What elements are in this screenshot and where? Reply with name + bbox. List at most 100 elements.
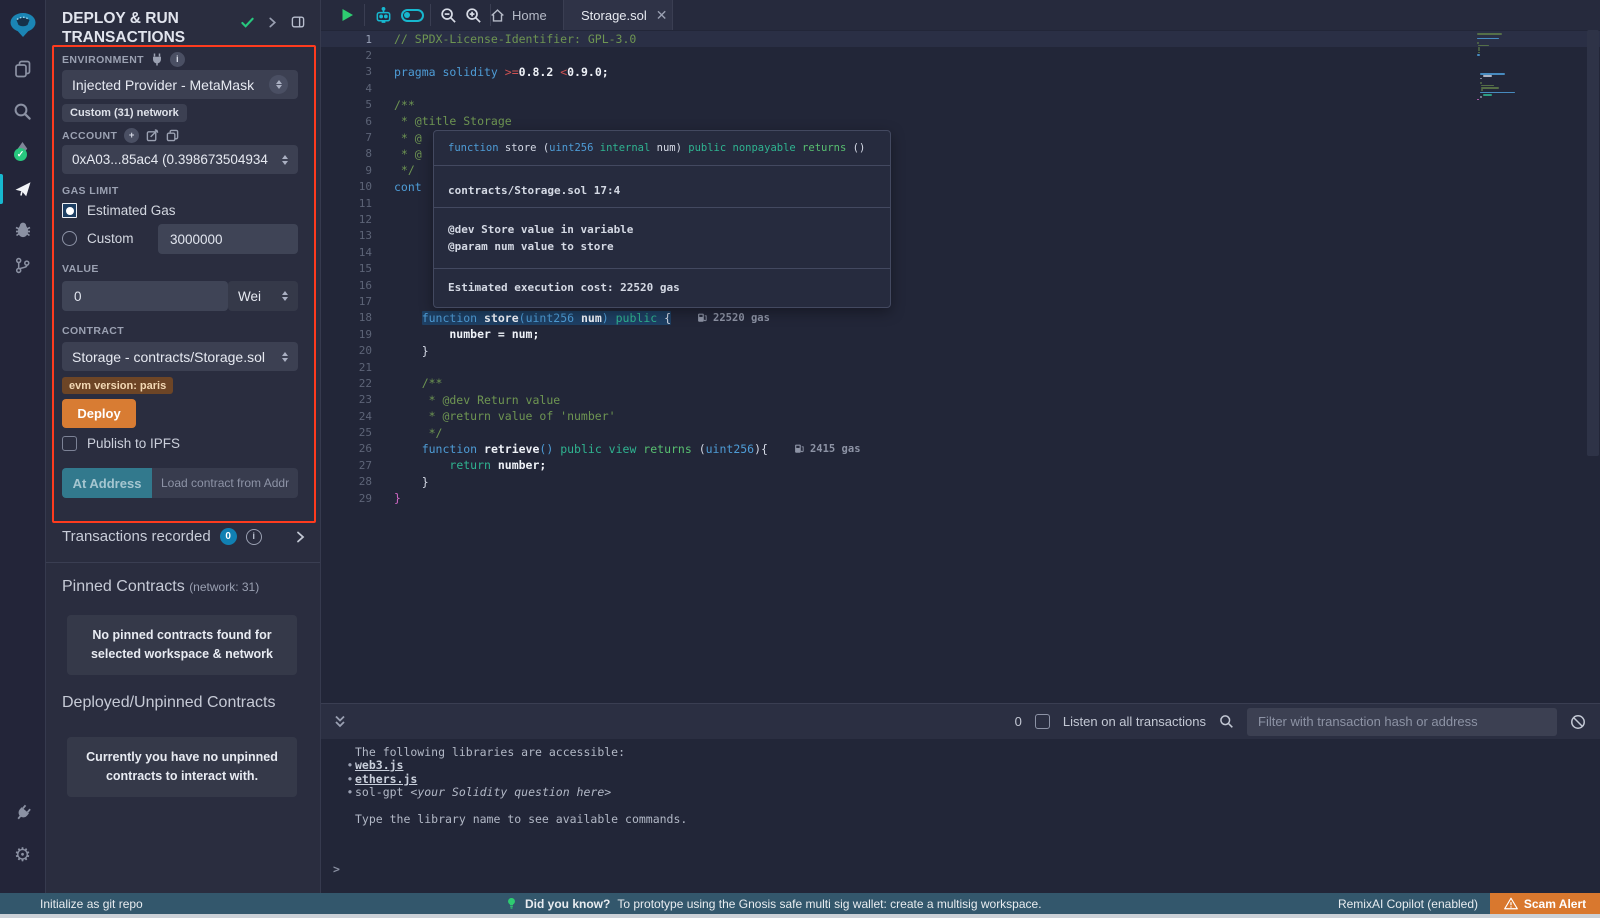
custom-gas-option[interactable]: Custom xyxy=(62,231,134,246)
terminal-prompt[interactable]: > xyxy=(333,862,340,876)
remix-ide-window: ✓ ⚙ DEPLOY & RUN TR xyxy=(0,0,1600,918)
main-area: Home Storage.sol ✕ 1// SPDX-License-Iden… xyxy=(320,0,1600,893)
sidebar-item-plugin-manager[interactable] xyxy=(0,796,45,830)
deploy-button[interactable]: Deploy xyxy=(62,399,136,428)
code-line-2[interactable]: 2 xyxy=(320,47,1600,63)
code-line-20[interactable]: 20 } xyxy=(320,342,1600,358)
account-select[interactable]: 0xA03...85ac4 (0.398673504934 xyxy=(62,145,298,174)
add-account-icon[interactable]: + xyxy=(124,128,139,143)
pin-panel-icon[interactable] xyxy=(290,14,306,30)
debugger-bug-icon xyxy=(13,219,33,239)
estimated-gas-option[interactable]: Estimated Gas xyxy=(62,203,176,218)
copy-account-icon[interactable] xyxy=(166,129,179,142)
transactions-info-icon[interactable]: i xyxy=(246,529,262,545)
code-line-6[interactable]: 6 * @title Storage xyxy=(320,113,1600,129)
tab-storage-sol[interactable]: Storage.sol ✕ xyxy=(563,0,673,30)
run-script-button[interactable] xyxy=(334,0,360,30)
file-tab-label: Storage.sol xyxy=(581,8,647,23)
code-line-4[interactable]: 4 xyxy=(320,80,1600,96)
tab-home[interactable]: Home xyxy=(480,0,557,30)
sidebar-item-deploy-run[interactable] xyxy=(0,172,45,206)
environment-info-icon[interactable]: i xyxy=(170,52,185,67)
terminal-search-icon[interactable] xyxy=(1219,714,1234,729)
zoom-out-button[interactable] xyxy=(436,0,461,30)
remix-logo[interactable] xyxy=(0,6,45,44)
terminal-bar: 0 Listen on all transactions xyxy=(320,703,1600,739)
listen-all-transactions-checkbox[interactable] xyxy=(1035,714,1050,729)
clear-terminal-icon[interactable] xyxy=(1570,714,1586,730)
environment-select[interactable]: Injected Provider - MetaMask xyxy=(62,70,298,99)
sign-message-icon[interactable] xyxy=(146,129,159,142)
line-number: 7 xyxy=(320,131,372,144)
lightbulb-icon xyxy=(505,896,518,911)
ethers-link[interactable]: ethers.js xyxy=(355,773,417,786)
sidebar-item-solidity-compiler[interactable]: ✓ xyxy=(0,134,45,168)
copilot-toggle[interactable] xyxy=(396,0,428,30)
code-line-18[interactable]: 18 function store(uint256 num) public {2… xyxy=(320,310,1600,326)
contract-selected-value: Storage - contracts/Storage.sol xyxy=(72,349,265,365)
custom-gas-radio[interactable] xyxy=(62,231,77,246)
close-tab-icon[interactable]: ✕ xyxy=(656,7,668,24)
at-address-input[interactable] xyxy=(152,468,298,498)
code-line-22[interactable]: 22 /** xyxy=(320,375,1600,391)
zoom-out-icon xyxy=(440,7,457,24)
estimated-gas-radio[interactable] xyxy=(62,203,77,218)
remixai-copilot-button[interactable] xyxy=(370,0,396,30)
toggle-icon xyxy=(401,9,424,22)
value-input[interactable] xyxy=(62,281,228,311)
line-number: 12 xyxy=(320,213,372,226)
code-line-23[interactable]: 23 * @dev Return value xyxy=(320,392,1600,408)
line-number: 10 xyxy=(320,180,372,193)
code-line-1[interactable]: 1// SPDX-License-Identifier: GPL-3.0 xyxy=(320,31,1600,47)
gas-estimate-hint: 2415 gas xyxy=(794,443,861,455)
code-line-25[interactable]: 25 */ xyxy=(320,424,1600,440)
value-unit-select[interactable]: Wei xyxy=(228,281,298,311)
panel-expand-chevron-icon[interactable] xyxy=(267,17,278,28)
compile-success-badge: ✓ xyxy=(14,148,27,161)
transactions-expand-chevron-icon[interactable] xyxy=(294,531,306,543)
transaction-filter-input[interactable] xyxy=(1247,708,1557,736)
code-line-5[interactable]: 5/** xyxy=(320,97,1600,113)
line-number: 18 xyxy=(320,311,372,324)
sidebar-item-git[interactable] xyxy=(0,248,45,282)
line-number: 24 xyxy=(320,410,372,423)
code-editor[interactable]: 1// SPDX-License-Identifier: GPL-3.023pr… xyxy=(320,30,1600,703)
git-init-button[interactable]: Initialize as git repo xyxy=(40,893,143,914)
terminal[interactable]: The following libraries are accessible: … xyxy=(320,739,1600,893)
terminal-collapse-icon[interactable] xyxy=(333,714,347,730)
contract-select[interactable]: Storage - contracts/Storage.sol xyxy=(62,342,298,371)
code-line-19[interactable]: 19 number = num; xyxy=(320,326,1600,342)
line-number: 17 xyxy=(320,295,372,308)
estimated-gas-label: Estimated Gas xyxy=(87,203,176,218)
code-line-29[interactable]: 29} xyxy=(320,490,1600,506)
sidebar-item-file-explorer[interactable] xyxy=(0,52,45,86)
code-line-26[interactable]: 26 function retrieve() public view retur… xyxy=(320,441,1600,457)
tooltip-gas-estimate: Estimated execution cost: 22520 gas xyxy=(434,269,890,307)
line-number: 3 xyxy=(320,65,372,78)
custom-gas-input[interactable] xyxy=(158,224,298,254)
deployed-contracts-title: Deployed/Unpinned Contracts xyxy=(62,694,275,712)
editor-scrollbar[interactable] xyxy=(1586,30,1600,703)
publish-ipfs-row[interactable]: Publish to IPFS xyxy=(62,436,180,451)
divider xyxy=(430,4,431,26)
web3-link[interactable]: web3.js xyxy=(355,759,403,772)
sidebar-item-search[interactable] xyxy=(0,94,45,128)
copilot-status[interactable]: RemixAI Copilot (enabled) xyxy=(1338,893,1478,914)
code-line-3[interactable]: 3pragma solidity >=0.8.2 <0.9.0; xyxy=(320,64,1600,80)
scrollbar-thumb[interactable] xyxy=(1587,30,1599,456)
scam-alert-button[interactable]: Scam Alert xyxy=(1490,893,1600,914)
minimap[interactable] xyxy=(1477,33,1572,101)
environment-plug-icon[interactable] xyxy=(151,53,163,66)
code-line-28[interactable]: 28 } xyxy=(320,474,1600,490)
plug-icon xyxy=(13,803,33,823)
select-arrows-icon xyxy=(269,75,288,94)
code-line-27[interactable]: 27 return number; xyxy=(320,457,1600,473)
line-number: 8 xyxy=(320,147,372,160)
sidebar-item-settings[interactable]: ⚙ xyxy=(0,838,45,872)
publish-ipfs-checkbox[interactable] xyxy=(62,436,77,451)
at-address-button[interactable]: At Address xyxy=(62,468,152,498)
code-line-21[interactable]: 21 xyxy=(320,359,1600,375)
pinned-contracts-title: Pinned Contracts (network: 31) xyxy=(62,578,259,596)
code-line-24[interactable]: 24 * @return value of 'number' xyxy=(320,408,1600,424)
sidebar-item-debugger[interactable] xyxy=(0,212,45,246)
